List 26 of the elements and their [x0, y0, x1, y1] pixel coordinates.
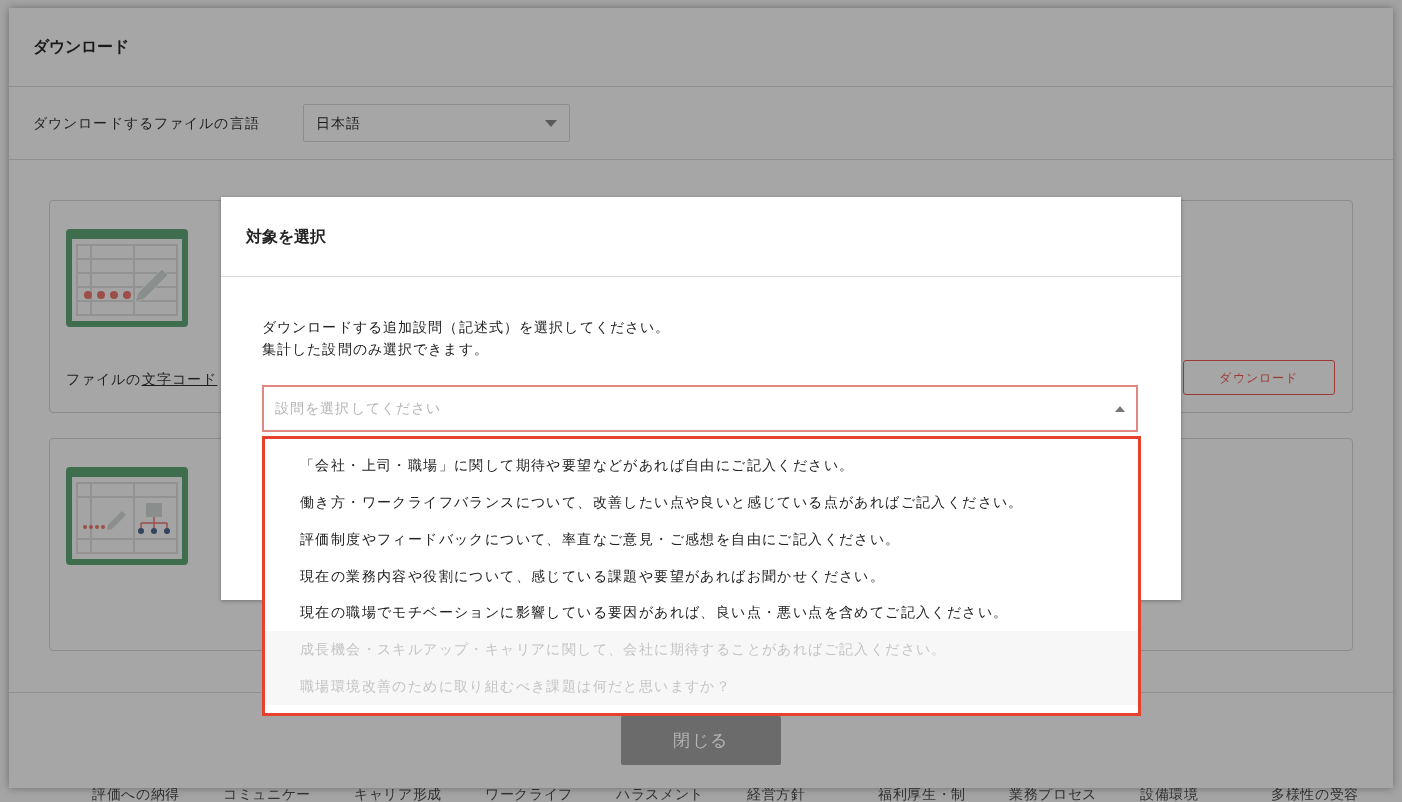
select-placeholder: 設問を選択してください	[275, 399, 442, 418]
description-text: 集計した設問のみ選択できます。	[262, 340, 490, 359]
tab[interactable]: 福利厚生・制	[866, 784, 997, 802]
dialog-title: 対象を選択	[246, 226, 326, 247]
charset-label: ファイルの	[66, 370, 142, 389]
download-button[interactable]: ダウンロード	[1183, 360, 1335, 395]
tab[interactable]: コミュニケー	[211, 784, 342, 802]
tab[interactable]: 設備環境	[1128, 784, 1259, 802]
close-button[interactable]: 閉じる	[621, 716, 781, 765]
tab[interactable]: ハラスメント	[604, 784, 735, 802]
language-select[interactable]: 日本語	[303, 104, 570, 142]
language-value: 日本語	[316, 113, 362, 133]
tab[interactable]: 経営方針	[735, 784, 866, 802]
tab[interactable]: キャリア形成	[342, 784, 473, 802]
language-label: ダウンロードするファイルの言語	[33, 113, 261, 133]
spreadsheet-org-chart-icon	[66, 467, 188, 565]
charset-link[interactable]: 文字コード	[141, 369, 218, 390]
spreadsheet-pencil-icon	[66, 229, 188, 327]
description-text: ダウンロードする追加設問（記述式）を選択してください。	[262, 318, 672, 337]
dialog-title: ダウンロード	[33, 37, 129, 57]
caret-up-icon	[1115, 405, 1125, 412]
tab[interactable]: 多様性の受容	[1259, 784, 1390, 802]
tab[interactable]: 業務プロセス	[997, 784, 1128, 802]
caret-down-icon	[545, 119, 557, 127]
tab[interactable]: ワークライフ	[473, 784, 604, 802]
tab[interactable]: 評価への納得	[80, 784, 211, 802]
